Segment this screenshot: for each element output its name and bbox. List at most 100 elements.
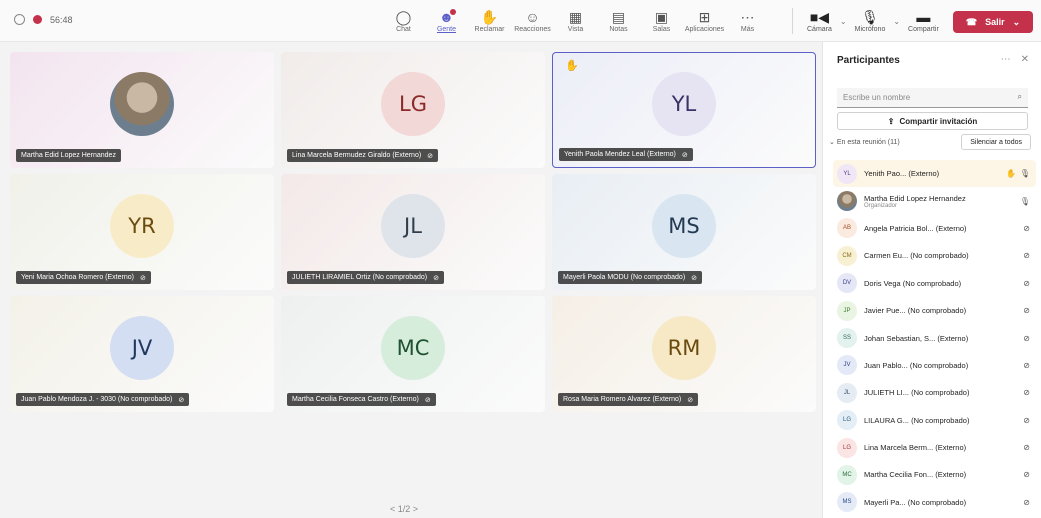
participant-name: Doris Vega (No comprobado) xyxy=(864,278,962,288)
pagination[interactable]: < 1/2 > xyxy=(390,504,418,514)
participant-row[interactable]: MS Mayerli Pa... (No comprobado) ⊘ xyxy=(833,489,1036,516)
shield-icon xyxy=(14,14,25,25)
video-tile[interactable]: MS Mayerli Paola MODU (No comprobado) ⊘ xyxy=(552,174,816,290)
participant-name: Juan Pablo Mendoza J. - 3030 (No comprob… xyxy=(21,396,173,403)
participant-name: Juan Pablo... (No comprobado) xyxy=(864,360,969,370)
avatar: MS xyxy=(652,194,716,258)
toolbar-actions: ◯ Chat ☻ Gente ✋ Reclamar ☺ Reacciones ▦ Vista ▤ No… xyxy=(382,4,769,38)
avatar: DV xyxy=(837,273,857,294)
mic-off-icon: ⊘ xyxy=(1023,251,1030,261)
participant-row[interactable]: LG LILAURA G... (No comprobado) ⊘ xyxy=(833,407,1036,434)
share-invite-button[interactable]: ⇪ Compartir invitación xyxy=(837,112,1028,130)
raise-hand-button[interactable]: ✋ Reclamar xyxy=(468,4,511,38)
mic-label: Micrófono xyxy=(854,26,886,33)
participant-list: YL Yenith Pao... (Externo) ✋ 🎙 Martha Edid L… xyxy=(833,160,1036,516)
chevron-down-icon[interactable]: ⌄ xyxy=(893,17,900,26)
camera-label: Cámara xyxy=(807,26,832,33)
video-tile[interactable]: Martha Edid Lopez Hernandez xyxy=(10,52,274,168)
avatar: JL xyxy=(381,194,445,258)
chevron-down-icon: ⌄ xyxy=(829,139,837,146)
participant-name-block: Carmen Eu... (No comprobado) xyxy=(864,251,969,260)
video-tile[interactable]: MC Martha Cecilia Fonseca Castro (Externo… xyxy=(281,296,545,412)
participant-row[interactable]: JP Javier Pue... (No comprobado) ⊘ xyxy=(833,297,1036,324)
participant-name: Martha Edid Lopez Hernandez xyxy=(21,152,116,159)
participant-row[interactable]: DV Doris Vega (No comprobado) ⊘ xyxy=(833,270,1036,297)
participant-role: Organizador xyxy=(864,202,898,209)
participant-row[interactable]: Martha Edid Lopez Hernandez Organizador 🎙 xyxy=(833,187,1036,214)
video-tile[interactable]: LG Lina Marcela Bermudez Giraldo (Externo… xyxy=(281,52,545,168)
share-label: Compartir xyxy=(908,26,939,33)
tool-label: Vista xyxy=(567,26,584,33)
mic-on-icon: 🎙 xyxy=(1019,169,1030,179)
tool-label: Salas xyxy=(652,26,671,33)
share-invite-label: Compartir invitación xyxy=(899,116,978,126)
in-meeting-section-header[interactable]: ⌄ En esta reunión (11) xyxy=(829,138,900,146)
avatar: YL xyxy=(652,72,716,136)
chevron-down-icon[interactable]: ⌄ xyxy=(1013,17,1021,28)
participant-row[interactable]: SS Johan Sebastian, S... (Externo) ⊘ xyxy=(833,324,1036,351)
video-tile[interactable]: JL JULIETH LIRAMIEL Ortiz (No comprobado)… xyxy=(281,174,545,290)
more-icon: ⋯ xyxy=(740,9,755,25)
leave-button[interactable]: ☎ Salir ⌄ xyxy=(953,11,1033,33)
rooms-button[interactable]: ▣ Salas xyxy=(640,4,683,38)
participant-name: Javier Pue... (No comprobado) xyxy=(864,306,967,316)
notes-icon: ▤ xyxy=(611,9,626,25)
video-tile[interactable]: YL ✋ Yenith Paola Mendez Leal (Externo) ⊘ xyxy=(552,52,816,168)
mic-button[interactable]: 🎙 Micrófono xyxy=(847,4,894,38)
participant-name: Yeni Maria Ochoa Romero (Externo) xyxy=(21,274,134,281)
participant-search-input[interactable]: Escribe un nombre ⌕ xyxy=(837,88,1028,108)
share-button[interactable]: ▬ Compartir xyxy=(900,4,947,38)
view-icon: ▦ xyxy=(568,9,583,25)
video-tile[interactable]: JV Juan Pablo Mendoza J. - 3030 (No compr… xyxy=(10,296,274,412)
more-button[interactable]: ⋯ Más xyxy=(726,4,769,38)
panel-title: Participantes xyxy=(837,55,900,66)
view-button[interactable]: ▦ Vista xyxy=(554,4,597,38)
recording-icon xyxy=(33,15,42,24)
participant-row[interactable]: LG Lina Marcela Berm... (Externo) ⊘ xyxy=(833,434,1036,461)
meeting-info: 56:48 xyxy=(14,14,73,25)
participant-name: JULIETH LI... (No comprobado) xyxy=(864,388,970,398)
search-icon: ⌕ xyxy=(1017,92,1022,101)
avatar: JP xyxy=(837,300,857,321)
mic-off-icon: ⊘ xyxy=(681,151,688,159)
chat-button[interactable]: ◯ Chat xyxy=(382,4,425,38)
mute-all-button[interactable]: Silenciar a todos xyxy=(961,134,1031,150)
avatar: LG xyxy=(837,437,857,458)
participant-name: Mayerli Paola MODU (No comprobado) xyxy=(563,274,686,281)
avatar: JV xyxy=(837,355,857,376)
video-tile[interactable]: YR Yeni Maria Ochoa Romero (Externo) ⊘ xyxy=(10,174,274,290)
av-controls: ■◀ Cámara ⌄ 🎙 Micrófono ⌄ ▬ Compartir xyxy=(786,4,947,38)
notes-button[interactable]: ▤ Notas xyxy=(597,4,640,38)
apps-button[interactable]: ⊞ Aplicaciones xyxy=(683,4,726,38)
participant-row[interactable]: YL Yenith Pao... (Externo) ✋ 🎙 xyxy=(833,160,1036,188)
participant-row[interactable]: CM Carmen Eu... (No comprobado) ⊘ xyxy=(833,242,1036,269)
participant-row[interactable]: MC Martha Cecilia Fon... (Externo) ⊘ xyxy=(833,461,1036,488)
close-icon[interactable]: ✕ xyxy=(1021,54,1029,65)
reactions-button[interactable]: ☺ Reacciones xyxy=(511,4,554,38)
participant-name: Johan Sebastian, S... (Externo) xyxy=(864,333,969,343)
camera-button[interactable]: ■◀ Cámara xyxy=(799,4,840,38)
mic-off-icon: ⊘ xyxy=(1023,388,1030,398)
video-tile[interactable]: RM Rosa Maria Romero Alvarez (Externo) ⊘ xyxy=(552,296,816,412)
avatar: JL xyxy=(837,382,857,403)
participant-row[interactable]: JV Juan Pablo... (No comprobado) ⊘ xyxy=(833,352,1036,379)
participants-panel: Participantes ⋯ ✕ Escribe un nombre ⌕ ⇪ … xyxy=(822,42,1041,518)
participant-row[interactable]: AB Angela Patricia Bol... (Externo) ⊘ xyxy=(833,215,1036,242)
participant-name-block: LILAURA G... (No comprobado) xyxy=(864,416,969,425)
more-options-icon[interactable]: ⋯ xyxy=(1001,54,1011,65)
mic-off-icon: ⊘ xyxy=(1023,333,1030,343)
chevron-down-icon[interactable]: ⌄ xyxy=(840,17,847,26)
participant-row[interactable]: JL JULIETH LI... (No comprobado) ⊘ xyxy=(833,379,1036,406)
participant-name-block: Mayerli Pa... (No comprobado) xyxy=(864,498,966,507)
meeting-timer: 56:48 xyxy=(50,14,73,25)
notification-badge xyxy=(450,9,456,15)
participant-name-block: Juan Pablo... (No comprobado) xyxy=(864,361,968,370)
tool-label: Aplicaciones xyxy=(684,26,725,33)
participant-name: Carmen Eu... (No comprobado) xyxy=(864,251,969,261)
participant-name: LILAURA G... (No comprobado) xyxy=(864,415,970,425)
people-button[interactable]: ☻ Gente xyxy=(425,4,468,38)
mic-off-icon: ⊘ xyxy=(691,274,698,282)
leave-label: Salir xyxy=(985,17,1005,27)
raise-hand-icon: ✋ xyxy=(480,9,499,25)
participant-name: Yenith Pao... (Externo) xyxy=(864,169,940,179)
